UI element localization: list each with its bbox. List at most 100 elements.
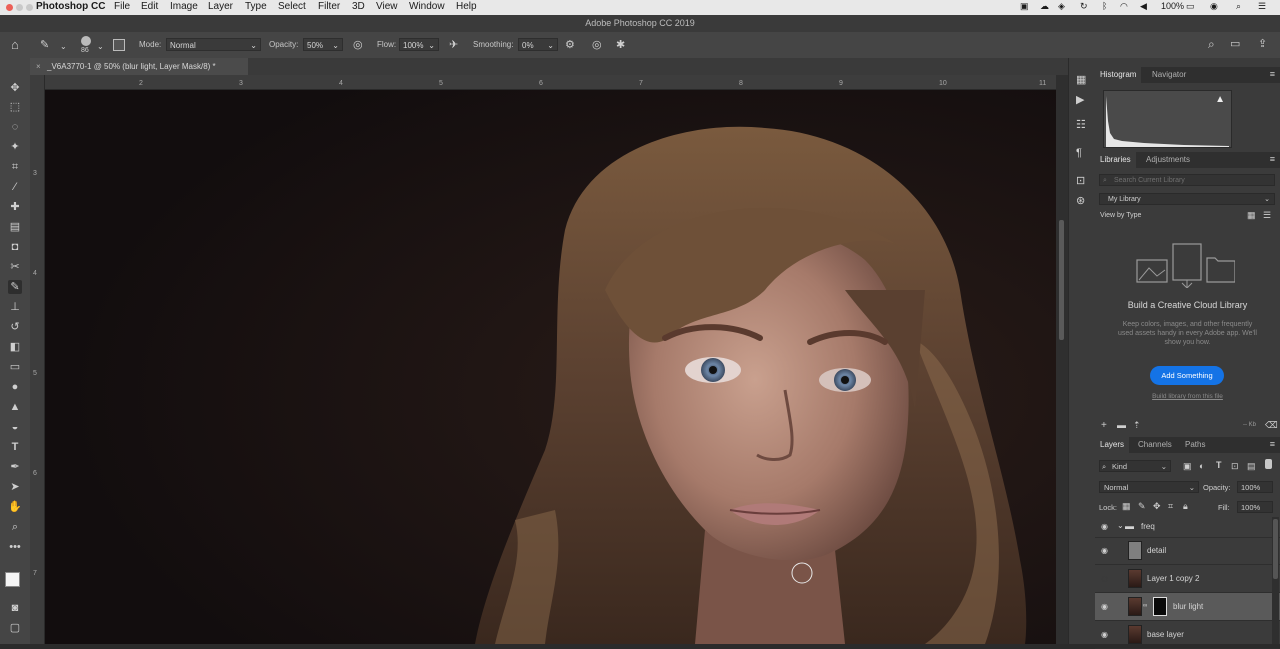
view-by-type-select[interactable]: View by Type [1100,212,1141,219]
symmetry-icon[interactable]: ✱ [616,40,625,51]
move-tool-icon[interactable]: ✥ [8,81,22,95]
close-tab-icon[interactable]: × [36,58,41,75]
foreground-color-swatch[interactable] [5,572,20,587]
scrollbar-thumb[interactable] [1059,220,1064,340]
menu-edit[interactable]: Edit [141,1,158,12]
share-icon[interactable]: ⇪ [1258,39,1267,50]
layer-filter-select[interactable]: ⌕ Kind ⌄ [1099,460,1171,472]
library-search-input[interactable]: ⌕ Search Current Library [1099,174,1275,186]
creative-cloud-icon[interactable]: ☁ [1040,1,1049,12]
menu-file[interactable]: File [114,1,130,12]
menu-type[interactable]: Type [245,1,267,12]
grid-view-icon[interactable]: ▦ [1247,210,1256,221]
filter-type-icon[interactable]: T [1216,460,1222,470]
spotlight-search-icon[interactable]: ⌕ [1236,1,1241,12]
glyphs-panel-icon[interactable]: ⊡ [1076,176,1085,187]
wifi-icon[interactable]: ◠ [1120,1,1128,12]
flow-field[interactable]: 100% ⌄ [399,38,439,51]
tab-layers[interactable]: Layers [1095,437,1130,453]
folder-icon[interactable]: ▬ [1117,420,1126,430]
menu-3d[interactable]: 3D [352,1,365,12]
zoom-window-button[interactable] [26,4,33,11]
filter-smart-object-icon[interactable]: ▤ [1247,461,1256,472]
brush-preset-icon[interactable] [81,36,91,46]
airbrush-icon[interactable]: ✈ [449,40,458,51]
chevron-down-icon[interactable]: ⌄ [97,41,104,52]
blend-mode-select[interactable]: Normal ⌄ [1099,481,1199,493]
sync-icon[interactable]: ↻ [1080,1,1088,12]
smoothing-settings-gear-icon[interactable]: ⚙ [565,40,575,51]
pen-tool-icon[interactable]: ✒ [8,460,22,474]
menu-layer[interactable]: Layer [208,1,233,12]
document-canvas[interactable] [45,90,1056,644]
filter-adjustment-icon[interactable]: ◐ [1199,461,1204,471]
brush-settings-icon[interactable] [113,39,125,51]
red-eye-tool-icon[interactable]: ✂ [8,260,22,274]
filter-shape-icon[interactable]: ⊡ [1231,461,1239,472]
visibility-eye-icon[interactable]: ◉ [1101,522,1108,531]
layers-scrollbar[interactable] [1272,517,1279,644]
lock-all-icon[interactable]: 🔒︎ [1183,501,1188,512]
screen-mode-icon[interactable]: ▢ [8,621,22,635]
magic-wand-tool-icon[interactable]: ✦ [8,140,22,154]
tab-paths[interactable]: Paths [1180,437,1210,453]
layer-base-layer[interactable]: ◉ base layer [1095,621,1280,649]
minimize-window-button[interactable] [16,4,23,11]
layer-detail[interactable]: ◉ detail [1095,537,1280,565]
panel-menu-icon[interactable]: ≡ [1270,439,1275,449]
path-selection-tool-icon[interactable]: ➤ [8,480,22,494]
bluetooth-icon[interactable]: ᛒ [1102,1,1107,11]
content-aware-tool-icon[interactable]: ◘ [8,240,22,254]
eyedropper-tool-icon[interactable]: ⁄ [8,180,22,194]
volume-icon[interactable]: ◀ [1140,1,1147,12]
layer-opacity-field[interactable]: 100% [1237,481,1273,493]
chevron-down-icon[interactable]: ⌄ [60,41,67,52]
dodge-tool-icon[interactable]: ◒ [8,420,22,434]
crop-tool-icon[interactable]: ⌗ [8,160,22,174]
mode-select[interactable]: Normal ⌄ [166,38,261,51]
clone-stamp-tool-icon[interactable]: ⊥ [8,300,22,314]
lock-transparent-icon[interactable]: ▦ [1122,501,1131,512]
menu-select[interactable]: Select [278,1,306,12]
layer-blur-light[interactable]: ◉ ∞ blur light [1095,593,1280,621]
chevron-down-icon[interactable]: ⌄ [1117,521,1124,530]
fill-field[interactable]: 100% [1237,501,1273,513]
close-window-button[interactable] [6,4,13,11]
gradient-tool-icon[interactable]: ▭ [8,360,22,374]
home-icon[interactable]: ⌂ [11,38,19,51]
document-tab[interactable]: × _V6A3770-1 @ 50% (blur light, Layer Ma… [30,58,249,75]
hand-tool-icon[interactable]: ✋ [8,500,22,514]
tab-libraries[interactable]: Libraries [1095,152,1136,168]
visibility-eye-hidden-icon[interactable]: ◉ [1101,574,1108,583]
type-tool-icon[interactable]: T [8,440,22,454]
menu-app-name[interactable]: Photoshop CC [36,1,105,12]
notification-center-icon[interactable]: ☰ [1258,1,1266,12]
tab-navigator[interactable]: Navigator [1147,67,1191,83]
visibility-eye-icon[interactable]: ◉ [1101,546,1108,555]
visibility-eye-icon[interactable]: ◉ [1101,630,1108,639]
filter-pixel-icon[interactable]: ▣ [1183,461,1192,472]
layer-layer1-copy2[interactable]: ◉ Layer 1 copy 2 [1095,565,1280,593]
screen-record-icon[interactable]: ▣ [1020,1,1029,12]
workspace-icon[interactable]: ▭ [1230,39,1240,50]
pressure-opacity-icon[interactable]: ◎ [353,40,363,51]
brush-tool-icon[interactable]: ✎ [40,40,49,51]
menu-filter[interactable]: Filter [318,1,340,12]
dropbox-icon[interactable]: ◈ [1058,1,1065,12]
brush-tool-active-icon[interactable]: ✎ [8,280,22,294]
battery-icon[interactable]: ▭ [1186,1,1195,12]
visibility-eye-icon[interactable]: ◉ [1101,602,1108,611]
actions-play-icon[interactable]: ▶ [1076,95,1084,106]
smoothing-field[interactable]: 0% ⌄ [518,38,558,51]
layer-group-freq[interactable]: ◉ ⌄ ▬ freq [1095,517,1280,538]
warning-icon[interactable]: ▲ [1215,94,1225,105]
filter-toggle-icon[interactable] [1265,459,1272,469]
panel-menu-icon[interactable]: ≡ [1270,69,1275,79]
opacity-field[interactable]: 50% ⌄ [303,38,343,51]
user-icon[interactable]: ◉ [1210,1,1218,12]
menu-view[interactable]: View [376,1,398,12]
menu-help[interactable]: Help [456,1,477,12]
lock-image-icon[interactable]: ✎ [1138,501,1146,512]
eraser-tool-icon[interactable]: ◧ [8,340,22,354]
patch-tool-icon[interactable]: ▤ [8,220,22,234]
